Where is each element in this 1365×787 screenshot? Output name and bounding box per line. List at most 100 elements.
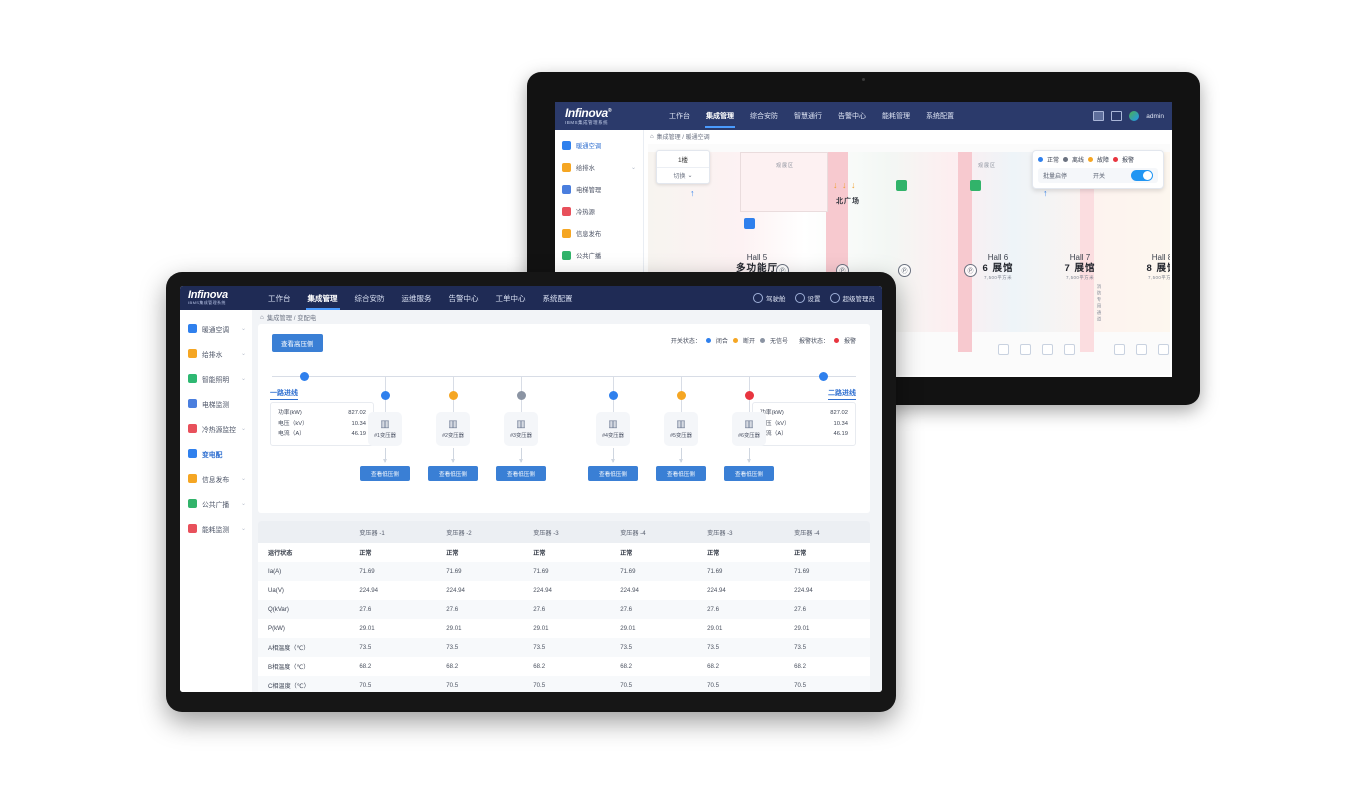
sidebar-item-info[interactable]: 信息发布 ⌄ — [180, 466, 252, 491]
message-icon[interactable] — [1093, 111, 1105, 121]
transformer-node-5[interactable]: ▥ #5变压器 — [664, 412, 698, 446]
sidebar-item-elevator[interactable]: 电梯监测 — [180, 391, 252, 416]
transformer-3-status-dot[interactable] — [517, 391, 526, 400]
transformer-node-6[interactable]: ▥ #6变压器 — [732, 412, 766, 446]
transformer-node-4[interactable]: ▥ #4变压器 — [596, 412, 630, 446]
feeder-2-label[interactable]: 二路进线 — [828, 388, 856, 400]
device-status-1[interactable] — [896, 180, 907, 191]
feeder-1-dot[interactable] — [300, 372, 309, 381]
device-status-6[interactable] — [1042, 344, 1053, 355]
view-low-voltage-button-4[interactable]: 查看低压侧 — [588, 466, 638, 481]
view-high-voltage-button[interactable]: 查看高压侧 — [272, 334, 323, 352]
batch-toggle-switch[interactable] — [1131, 170, 1153, 181]
device-status-4[interactable] — [998, 344, 1009, 355]
list-icon[interactable] — [1111, 111, 1123, 121]
cell-5-5: 73.5 — [784, 638, 870, 657]
feeder-1-label[interactable]: 一路进线 — [270, 388, 298, 400]
transformer-4-status-dot[interactable] — [609, 391, 618, 400]
hall-8-area: 7,500平方米 — [1148, 275, 1170, 280]
sidebar-item-energy[interactable]: 能耗监测 ⌄ — [180, 516, 252, 541]
status-dot-nosignal — [759, 338, 765, 343]
transformer-node-1[interactable]: ▥ #1变压器 — [368, 412, 402, 446]
hall-7[interactable]: Hall 7 7 展馆 7,500平方米 — [1048, 252, 1112, 281]
floor-selector[interactable]: 1楼 切换 ⌄ — [656, 150, 710, 184]
table-header-row: 变压器 -1 变压器 -2 变压器 -3 变压器 -4 变压器 -3 变压器 -… — [258, 521, 870, 543]
device-status-10[interactable] — [1158, 344, 1169, 355]
view-low-voltage-button-3[interactable]: 查看低压侧 — [496, 466, 546, 481]
sidebar-item-water[interactable]: 给排水 ⌄ — [180, 341, 252, 366]
table-row: Ia(A) 71.69 71.69 71.69 71.69 71.69 71.6… — [258, 562, 870, 581]
device-status-3[interactable] — [744, 218, 755, 229]
device-status-2[interactable] — [970, 180, 981, 191]
sidebar-item-lighting[interactable]: 智能照明 ⌄ — [180, 366, 252, 391]
device-status-9[interactable] — [1136, 344, 1147, 355]
device-status-5[interactable] — [1020, 344, 1031, 355]
substation-icon — [188, 449, 197, 458]
transformer-5-status-dot[interactable] — [677, 391, 686, 400]
flow-arrow-1: ↓ — [833, 180, 838, 190]
tablet-nav-item-6[interactable]: 系统配置 — [543, 293, 573, 304]
tablet-nav-item-4[interactable]: 告警中心 — [449, 293, 479, 304]
down-arrow-1 — [383, 448, 387, 463]
tablet-nav-item-5[interactable]: 工单中心 — [496, 293, 526, 304]
tablet-nav[interactable]: 工作台 集成管理 综合安防 运维服务 告警中心 工单中心 系统配置 — [268, 286, 573, 310]
transformer-node-2[interactable]: ▥ #2变压器 — [436, 412, 470, 446]
laptop-nav-item-2[interactable]: 综合安防 — [749, 111, 779, 121]
tablet-nav-item-2[interactable]: 综合安防 — [355, 293, 385, 304]
map-legend-row: 正常 离线 故障 报警 — [1038, 155, 1158, 164]
laptop-sidebar-item-broadcast[interactable]: 公共广播 — [555, 244, 643, 266]
parking-marker-4[interactable]: Ⓟ — [964, 264, 977, 277]
feeder-2-dot[interactable] — [819, 372, 828, 381]
transformer-icon: ▥ — [676, 418, 686, 430]
view-low-voltage-button-5[interactable]: 查看低压侧 — [656, 466, 706, 481]
sidebar-item-broadcast[interactable]: 公共广播 ⌄ — [180, 491, 252, 516]
sidebar-label-8: 能耗监测 — [202, 526, 230, 534]
view-low-voltage-button-2[interactable]: 查看低压侧 — [428, 466, 478, 481]
transformer-6-status-dot[interactable] — [745, 391, 754, 400]
sidebar-item-coldheat[interactable]: 冷热源监控 ⌄ — [180, 416, 252, 441]
cell-6-1: 68.2 — [436, 657, 524, 676]
floor-switch[interactable]: 切换 ⌄ — [657, 167, 709, 183]
laptop-nav-item-6[interactable]: 系统配置 — [925, 111, 955, 121]
tablet-nav-item-1[interactable]: 集成管理 — [305, 293, 340, 310]
laptop-sidebar-item-hvac[interactable]: 暖通空调 — [555, 134, 643, 156]
breadcrumb: ⌂ 集成管理 / 变配电 — [252, 310, 882, 324]
laptop-nav-item-1[interactable]: 集成管理 — [705, 111, 735, 128]
device-status-7[interactable] — [1064, 344, 1075, 355]
transformer-node-3[interactable]: ▥ #3变压器 — [504, 412, 538, 446]
tap-line-2b — [453, 400, 454, 412]
transformer-1-status-dot[interactable] — [381, 391, 390, 400]
laptop-sidebar-item-coldheat[interactable]: 冷热源 — [555, 200, 643, 222]
power-diagram: 一路进线 二路进线 功率(kW) 827.02 电压（kV） 10.34 电流（A）… — [258, 362, 870, 502]
batch-control-row[interactable]: 批量启停 开关 — [1038, 168, 1158, 183]
user-menu[interactable]: 超级管理员 — [829, 293, 875, 303]
parking-marker-3[interactable]: Ⓟ — [898, 264, 911, 277]
laptop-nav-item-3[interactable]: 智慧通行 — [793, 111, 823, 121]
sidebar-item-hvac[interactable]: 暖通空调 ⌄ — [180, 316, 252, 341]
laptop-username[interactable]: admin — [1146, 113, 1164, 120]
avatar[interactable] — [1129, 111, 1140, 121]
transformer-2-status-dot[interactable] — [449, 391, 458, 400]
tap-line-5b — [681, 400, 682, 412]
hall-8[interactable]: Hall 8 8 展馆 7,500平方米 — [1130, 252, 1170, 281]
laptop-sidebar-item-info[interactable]: 信息发布 — [555, 222, 643, 244]
view-low-voltage-button-6[interactable]: 查看低压侧 — [724, 466, 774, 481]
sidebar-item-substation[interactable]: 变电配 — [180, 441, 252, 466]
flow-arrow-2: ↓ — [842, 180, 847, 190]
laptop-nav[interactable]: 工作台 集成管理 综合安防 智慧通行 告警中心 能耗管理 系统配置 — [668, 102, 955, 130]
view-low-voltage-button-1[interactable]: 查看低压侧 — [360, 466, 410, 481]
laptop-nav-item-5[interactable]: 能耗管理 — [881, 111, 911, 121]
laptop-nav-item-4[interactable]: 告警中心 — [837, 111, 867, 121]
tap-line-3b — [521, 400, 522, 412]
laptop-sidebar-item-water[interactable]: 给排水 ⌄ — [555, 156, 643, 178]
device-status-8[interactable] — [1114, 344, 1125, 355]
laptop-sidebar-item-elevator[interactable]: 电梯管理 — [555, 178, 643, 200]
settings-button[interactable]: 设置 — [794, 293, 821, 303]
tablet-nav-item-0[interactable]: 工作台 — [268, 293, 291, 304]
cockpit-button[interactable]: 驾驶舱 — [753, 293, 786, 303]
lighting-icon — [188, 374, 197, 383]
tablet-nav-item-3[interactable]: 运维服务 — [402, 293, 432, 304]
legend-label-2: 故障 — [1097, 158, 1110, 164]
laptop-nav-item-0[interactable]: 工作台 — [668, 111, 691, 121]
cell-6-0: 68.2 — [349, 657, 437, 676]
